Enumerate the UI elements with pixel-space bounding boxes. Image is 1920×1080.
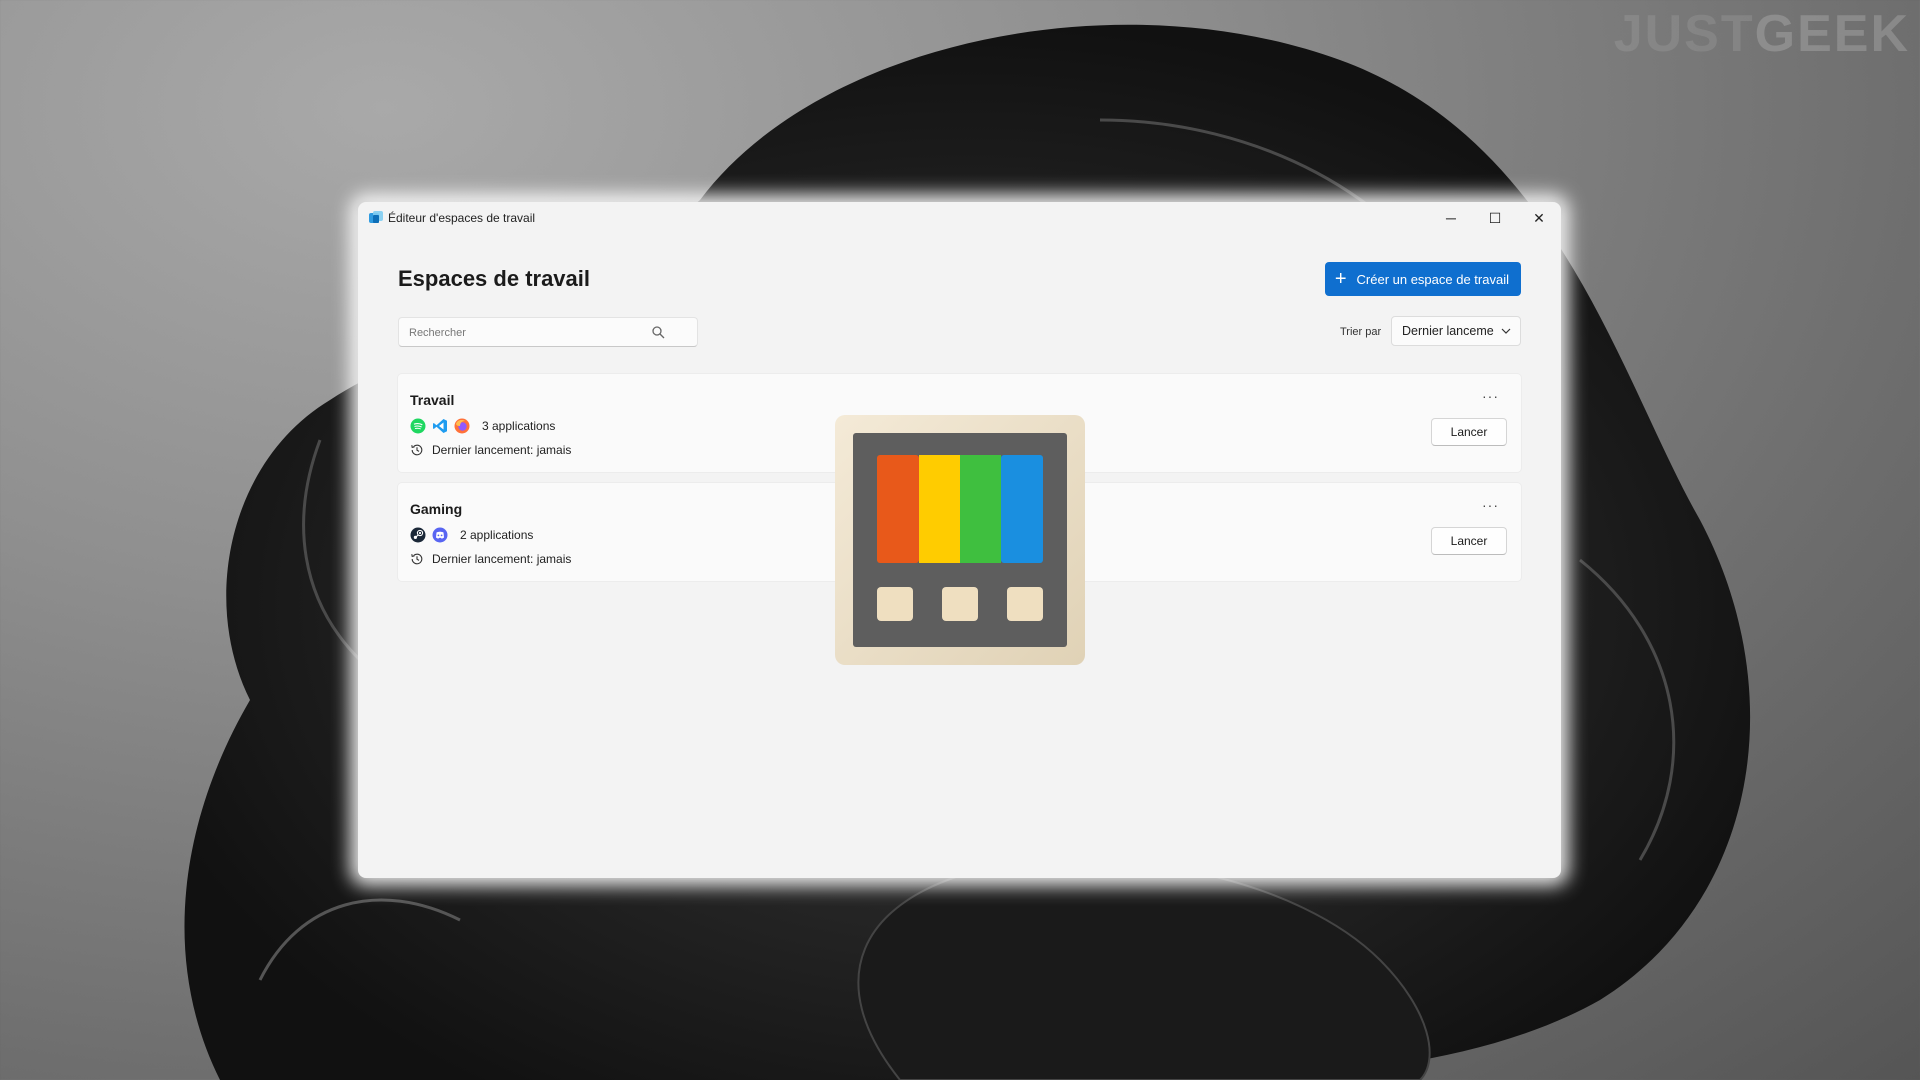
apps-count: 2 applications	[460, 528, 534, 542]
workspace-name: Gaming	[410, 501, 463, 517]
firefox-icon	[454, 418, 470, 434]
site-watermark: JUSTGEEK	[1614, 4, 1910, 64]
create-workspace-label: Créer un espace de travail	[1356, 271, 1509, 287]
history-icon	[411, 444, 423, 456]
last-launch-row: Dernier lancement: jamais	[410, 443, 571, 457]
history-icon	[411, 553, 423, 565]
search-icon	[652, 326, 665, 339]
plus-icon: +	[1334, 268, 1347, 290]
watermark-just: JUST	[1613, 5, 1755, 63]
sort-selected-value: Dernier lancement	[1402, 324, 1494, 338]
workspaces-app-icon	[369, 211, 383, 223]
more-options-button[interactable]: ···	[1482, 497, 1499, 513]
sort-label: Trier par	[1340, 326, 1382, 338]
sort-dropdown[interactable]: Dernier lancement	[1391, 316, 1521, 346]
maximize-button[interactable]: ☐	[1473, 202, 1517, 234]
apps-count: 3 applications	[482, 419, 556, 433]
title-bar[interactable]: Éditeur d'espaces de travail ─ ☐ ✕	[358, 202, 1561, 234]
workspace-apps: 2 applications	[410, 526, 533, 544]
page-title: Espaces de travail	[398, 266, 591, 291]
create-workspace-button[interactable]: + Créer un espace de travail	[1324, 262, 1521, 296]
watermark-geek: GEEK	[1754, 5, 1910, 63]
chevron-down-icon	[1501, 328, 1511, 334]
steam-icon	[410, 527, 426, 543]
last-launch-row: Dernier lancement: jamais	[410, 552, 571, 566]
launch-button[interactable]: Lancer	[1431, 527, 1507, 555]
minimize-button[interactable]: ─	[1429, 202, 1473, 234]
search-box[interactable]	[398, 317, 698, 348]
workspace-apps: 3 applications	[410, 417, 555, 435]
vscode-icon	[433, 419, 447, 433]
workspace-name: Travail	[410, 392, 455, 408]
last-launch-text: Dernier lancement: jamais	[432, 443, 572, 457]
search-input[interactable]	[399, 318, 661, 348]
discord-icon	[432, 527, 448, 543]
spotify-icon	[410, 418, 426, 434]
more-options-button[interactable]: ···	[1482, 388, 1499, 404]
powertoys-logo-icon	[835, 415, 1085, 665]
close-button[interactable]: ✕	[1517, 202, 1561, 234]
window-title: Éditeur d'espaces de travail	[388, 211, 536, 225]
launch-button[interactable]: Lancer	[1431, 418, 1507, 446]
last-launch-text: Dernier lancement: jamais	[432, 552, 572, 566]
